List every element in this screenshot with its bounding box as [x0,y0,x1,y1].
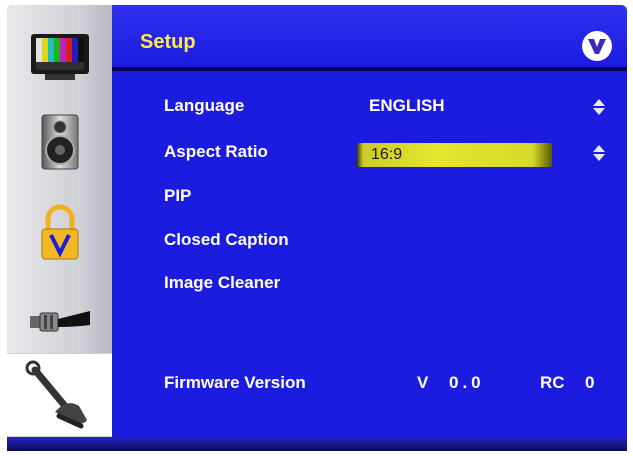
tv-color-bars-icon [29,32,91,82]
vizio-v-logo-icon [582,31,612,61]
firmware-rc-number: 0 [585,373,595,392]
sidebar-item-picture[interactable] [7,15,112,99]
aspect-ratio-updown-icon[interactable] [592,144,606,162]
firmware-version-number: 0.0 [449,373,485,392]
menu-item-image-cleaner[interactable]: Image Cleaner [164,273,280,293]
firmware-v: V [417,373,429,392]
menu-item-language[interactable]: Language [164,96,244,116]
bottom-strip [7,437,627,451]
header-bar: Setup [112,5,627,65]
sidebar-item-audio[interactable] [7,100,112,184]
wrench-tools-icon [25,360,95,430]
page-title: Setup [140,31,196,53]
osd-window: Setup Language ENGLISH Aspect Ratio 16:9… [7,5,627,451]
speaker-icon [38,113,82,171]
parental-lock-icon [38,203,82,261]
firmware-version-label: Firmware Version [164,373,306,392]
cable-connector-icon [28,307,92,337]
menu-item-pip[interactable]: PIP [164,186,191,206]
sidebar-item-parental[interactable] [7,190,112,274]
aspect-ratio-value: 16:9 [371,146,403,163]
sidebar-item-input[interactable] [7,280,112,364]
language-updown-icon[interactable] [592,98,606,116]
header-divider [112,67,627,71]
menu-item-closed-caption[interactable]: Closed Caption [164,230,289,250]
firmware-rc: RC [540,373,565,392]
aspect-ratio-selector[interactable]: 16:9 [357,143,552,167]
menu-item-aspect-ratio[interactable]: Aspect Ratio [164,142,268,162]
language-value[interactable]: ENGLISH [369,96,445,116]
sidebar [7,5,112,437]
sidebar-item-setup[interactable] [7,353,112,437]
